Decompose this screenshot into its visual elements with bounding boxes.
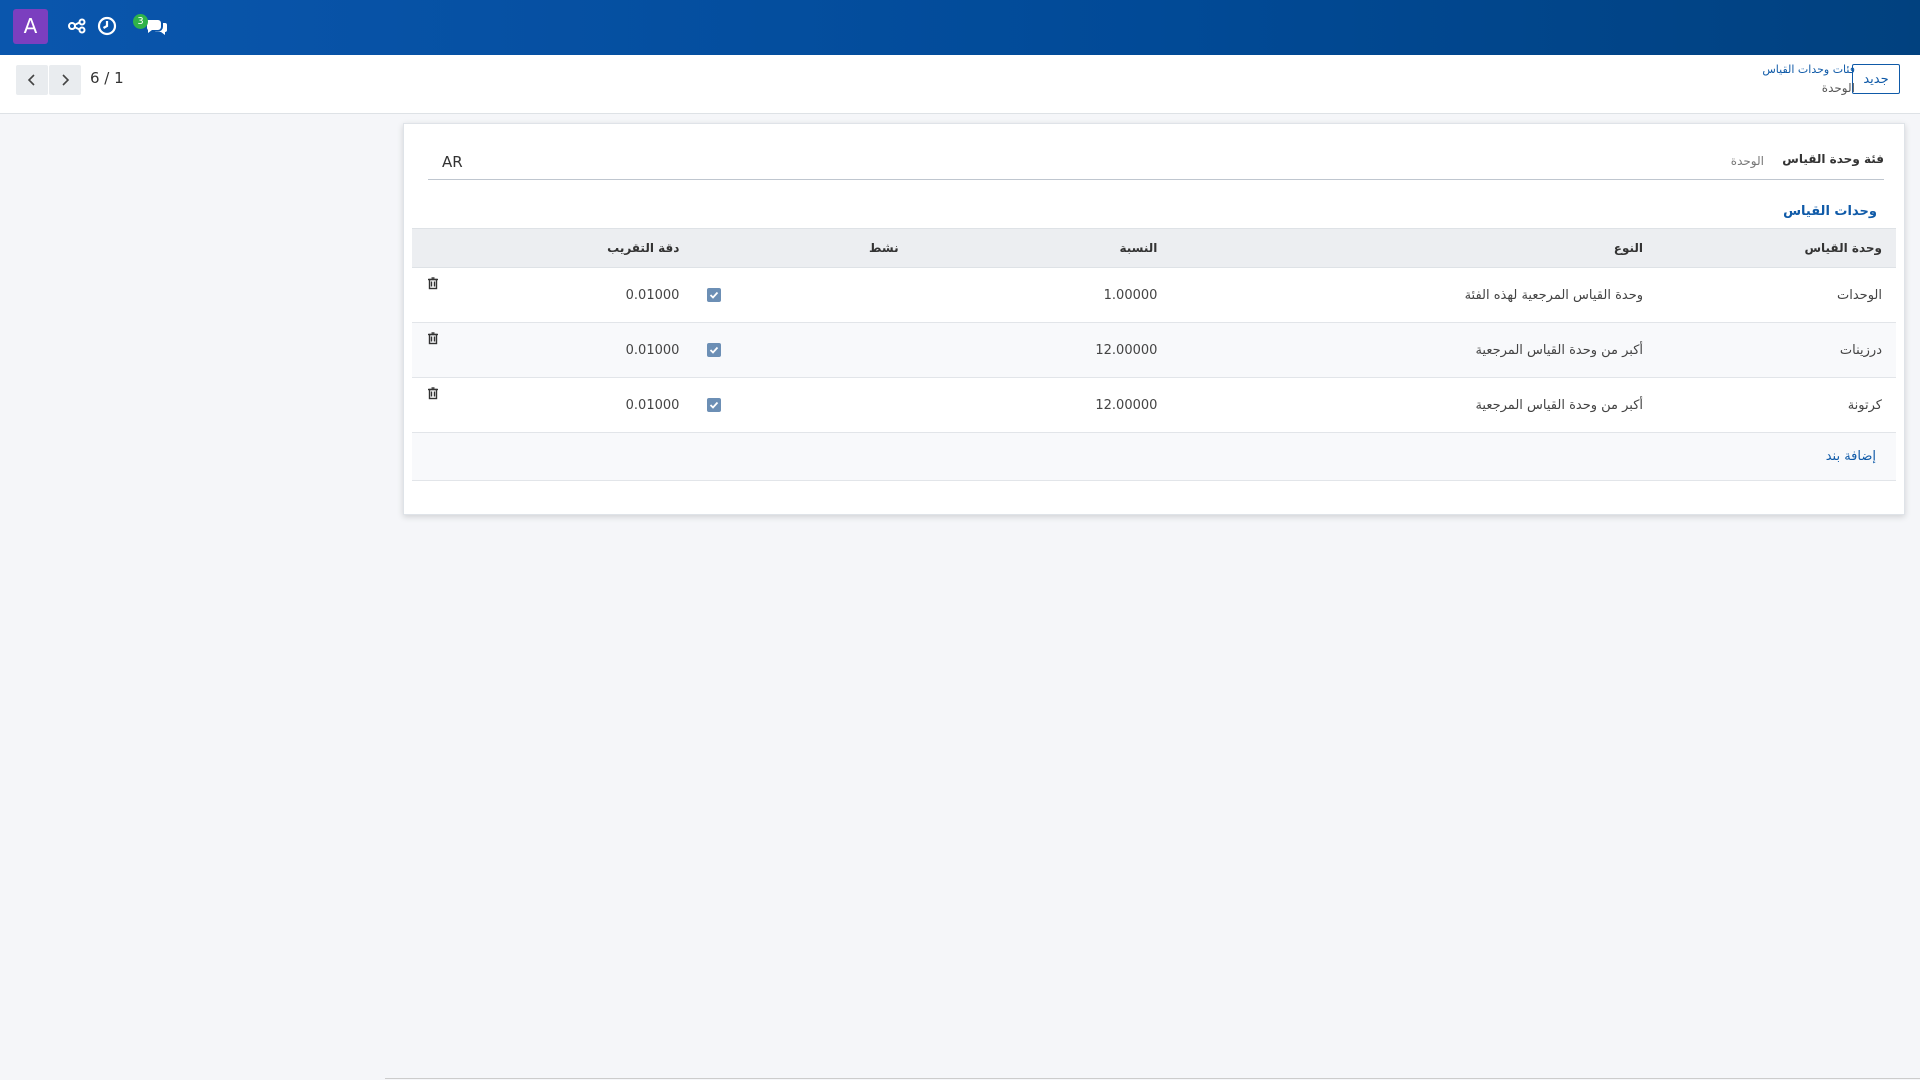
cell-active — [693, 267, 913, 323]
header-rounding[interactable]: دقة التقريب — [454, 228, 694, 268]
new-button[interactable]: جديد — [1852, 64, 1900, 94]
trash-icon[interactable] — [426, 386, 440, 400]
trash-icon[interactable] — [426, 276, 440, 290]
cell-active — [693, 322, 913, 378]
header-ratio[interactable]: النسبة — [912, 228, 1172, 268]
cell-active — [693, 377, 913, 433]
clock-icon[interactable] — [94, 13, 120, 39]
cell-type[interactable]: أكبر من وحدة القياس المرجعية — [1171, 322, 1658, 378]
check-icon — [710, 346, 719, 354]
breadcrumb-current: الوحدة — [1821, 81, 1855, 95]
cell-actions — [412, 377, 454, 433]
uom-lines-table: وحدة القياس النوع النسبة نشط دقة التقريب… — [412, 228, 1896, 481]
active-checkbox[interactable] — [707, 288, 722, 302]
add-line-row: إضافة بند — [412, 432, 1896, 481]
add-line-link[interactable]: إضافة بند — [1826, 449, 1876, 464]
top-navbar: A 3 — [0, 0, 1920, 55]
cell-rounding[interactable]: 0.01000 — [454, 267, 694, 323]
chevron-right-icon — [62, 74, 70, 86]
cell-type[interactable]: وحدة القياس المرجعية لهذه الفئة — [1171, 267, 1658, 323]
control-panel: 6 / 1 جديد فئات وحدات القياس الوحدة — [0, 55, 1920, 114]
add-line-cell: إضافة بند — [412, 432, 1896, 481]
table-row[interactable]: درزينات أكبر من وحدة القياس المرجعية 12.… — [412, 322, 1896, 378]
bottom-divider — [385, 1078, 1920, 1079]
cell-uom[interactable]: درزينات — [1657, 322, 1896, 378]
cell-type[interactable]: أكبر من وحدة القياس المرجعية — [1171, 377, 1658, 433]
cell-ratio[interactable]: 12.00000 — [912, 322, 1172, 378]
header-active[interactable]: نشط — [693, 228, 913, 268]
trash-icon[interactable] — [426, 331, 440, 345]
table-header-row: وحدة القياس النوع النسبة نشط دقة التقريب — [412, 228, 1896, 268]
cell-actions — [412, 267, 454, 323]
chat-icon[interactable] — [144, 13, 170, 39]
header-actions — [412, 228, 454, 268]
category-input[interactable] — [440, 144, 1764, 180]
connections-icon[interactable] — [64, 13, 90, 39]
pager-previous-button[interactable] — [16, 65, 48, 95]
cell-ratio[interactable]: 1.00000 — [912, 267, 1172, 323]
check-icon — [710, 401, 719, 409]
table-row[interactable]: الوحدات وحدة القياس المرجعية لهذه الفئة … — [412, 267, 1896, 323]
category-label: فئة وحدة القياس — [1782, 152, 1884, 166]
header-uom[interactable]: وحدة القياس — [1657, 228, 1896, 268]
user-avatar[interactable]: A — [13, 9, 48, 44]
cell-rounding[interactable]: 0.01000 — [454, 377, 694, 433]
active-checkbox[interactable] — [707, 398, 722, 412]
cell-rounding[interactable]: 0.01000 — [454, 322, 694, 378]
table-row[interactable]: كرتونة أكبر من وحدة القياس المرجعية 12.0… — [412, 377, 1896, 433]
header-type[interactable]: النوع — [1171, 228, 1658, 268]
chevron-left-icon — [27, 74, 35, 86]
category-field: فئة وحدة القياس الوحدة — [428, 144, 1884, 180]
form-sheet: فئة وحدة القياس الوحدة وحدات القياس وحدة… — [403, 123, 1905, 515]
cell-uom[interactable]: الوحدات — [1657, 267, 1896, 323]
pager-next-button[interactable] — [49, 65, 81, 95]
chat-badge: 3 — [133, 14, 148, 29]
cell-actions — [412, 322, 454, 378]
cell-ratio[interactable]: 12.00000 — [912, 377, 1172, 433]
pager-value[interactable]: 6 / 1 — [90, 69, 124, 87]
cell-uom[interactable]: كرتونة — [1657, 377, 1896, 433]
check-icon — [710, 291, 719, 299]
breadcrumb-parent[interactable]: فئات وحدات القياس — [1762, 63, 1855, 76]
active-checkbox[interactable] — [707, 343, 722, 357]
